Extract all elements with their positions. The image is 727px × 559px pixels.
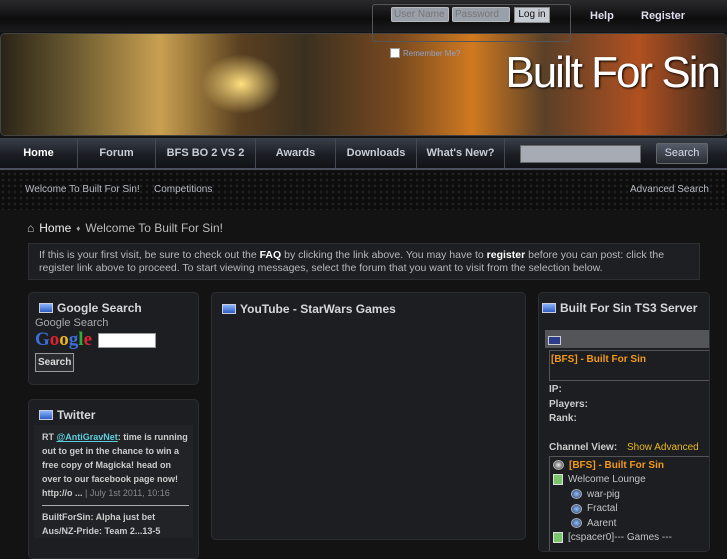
user-icon [571, 503, 582, 514]
tree-server[interactable]: [BFS] - Built For Sin [553, 458, 709, 473]
login-box [372, 4, 571, 42]
nav-awards[interactable]: Awards [256, 138, 336, 168]
notice-text: by clicking the link above. You may have… [281, 249, 487, 261]
mention-link[interactable]: @AntiGravNet [57, 432, 118, 442]
google-search-input[interactable] [98, 332, 156, 348]
user-icon [571, 518, 582, 529]
flag-icon [548, 336, 561, 345]
google-subtitle: Google Search [35, 317, 109, 329]
panel-title: Built For Sin TS3 Server [560, 301, 698, 315]
subnav-competitions[interactable]: Competitions [154, 184, 212, 195]
channel-view-label: Channel View: [549, 442, 618, 453]
ts3-header-bar [545, 330, 709, 348]
welcome-notice: If this is your first visit, be sure to … [28, 243, 700, 280]
tree-channel[interactable]: Welcome Lounge [553, 473, 709, 488]
twitter-panel: Twitter RT @AntiGravNet: time is running… [28, 399, 199, 559]
channel-icon [553, 474, 563, 486]
tweet: BuiltForSin: Alpha just bet Aus/NZ-Pride… [42, 512, 161, 536]
tweet: RT @AntiGravNet: time is running out to … [42, 430, 189, 506]
tweet-date: | July 1st 2011, 10:16 [85, 488, 170, 498]
nav-home[interactable]: Home [0, 138, 78, 168]
nav-search-input[interactable] [520, 145, 641, 163]
breadcrumb: ⌂ Home ♦ Welcome To Built For Sin! [27, 221, 223, 235]
tree-channel[interactable]: [cspacer0]--- Games --- [553, 531, 709, 546]
site-logo: Built For Sin [505, 48, 721, 97]
ts3-server-name: [BFS] - Built For Sin [549, 350, 709, 381]
help-link[interactable]: Help [590, 10, 614, 22]
ts3-panel: Built For Sin TS3 Server [BFS] - Built F… [538, 292, 710, 552]
html-widget-icon [542, 303, 556, 313]
tree-user[interactable]: war-pig [553, 487, 709, 502]
register-link-inline[interactable]: register [487, 249, 526, 261]
html-widget-icon [39, 410, 53, 420]
youtube-panel: YouTube - StarWars Games [211, 292, 526, 540]
google-logo: Google [35, 329, 92, 350]
top-bar [0, 0, 727, 32]
ip-label: IP: [549, 384, 562, 395]
panel-title: YouTube - StarWars Games [240, 302, 396, 316]
user-icon [571, 489, 582, 500]
nav-forum[interactable]: Forum [78, 138, 156, 168]
nav-bfs-bo2[interactable]: BFS BO 2 VS 2 [156, 138, 256, 168]
tree-user[interactable]: Aarent [553, 516, 709, 531]
rank-label: Rank: [549, 413, 577, 424]
breadcrumb-separator-icon: ♦ [76, 223, 81, 233]
players-label: Players: [549, 399, 588, 410]
home-icon: ⌂ [27, 221, 35, 235]
html-widget-icon [222, 304, 236, 314]
panel-title: Google Search [57, 301, 142, 315]
google-search-panel: Google Search Google Search Google Searc… [28, 292, 199, 385]
notice-text: If this is your first visit, be sure to … [39, 249, 260, 261]
channel-tree: [BFS] - Built For Sin Welcome Lounge war… [549, 456, 709, 551]
html-widget-icon [39, 303, 53, 313]
advanced-search-link[interactable]: Advanced Search [630, 184, 709, 195]
remember-me-checkbox[interactable]: Remember Me? [390, 48, 460, 58]
show-advanced-link[interactable]: Show Advanced [627, 442, 699, 453]
faq-link[interactable]: FAQ [260, 249, 282, 261]
nav-search-button[interactable]: Search [656, 143, 708, 164]
channel-icon [553, 532, 563, 544]
breadcrumb-current: Welcome To Built For Sin! [85, 221, 223, 235]
google-search-button[interactable]: Search [35, 353, 75, 372]
register-link[interactable]: Register [641, 10, 685, 22]
subnav-welcome[interactable]: Welcome To Built For Sin! [25, 184, 140, 195]
nav-downloads[interactable]: Downloads [336, 138, 417, 168]
server-icon [553, 460, 564, 471]
remember-me-label: Remember Me? [403, 48, 461, 58]
tweet-list: RT @AntiGravNet: time is running out to … [34, 425, 193, 538]
nav-whats-new[interactable]: What's New? [417, 138, 505, 168]
tree-user[interactable]: Fractal [553, 502, 709, 517]
breadcrumb-home[interactable]: Home [39, 221, 71, 235]
panel-title: Twitter [57, 408, 96, 422]
